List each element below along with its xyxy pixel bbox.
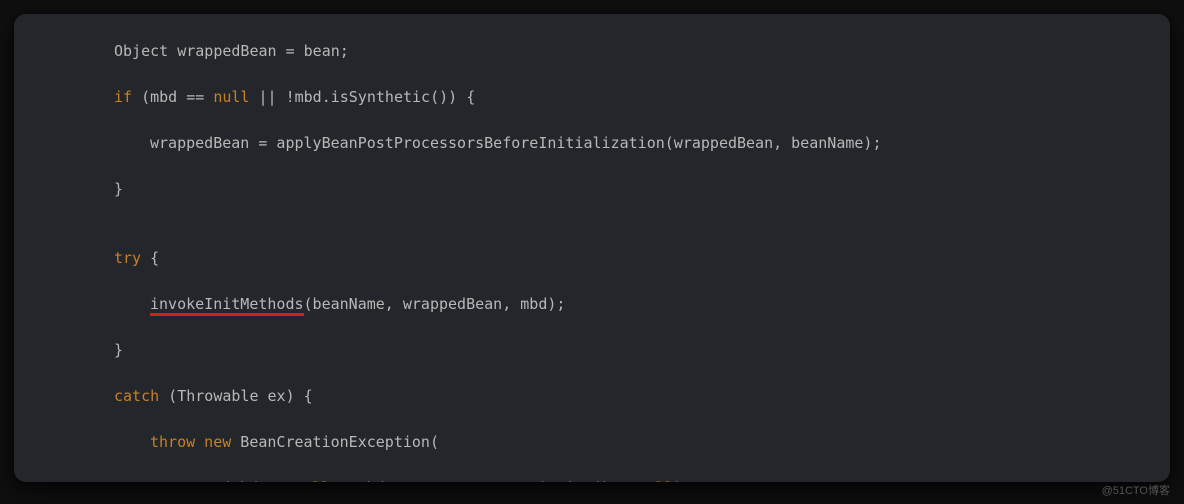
code-line: Object wrappedBean = bean; (54, 40, 1130, 63)
code-line: throw new BeanCreationException( (54, 431, 1130, 454)
code-line: (mbd != null ? mbd.getResourceDescriptio… (54, 477, 1130, 482)
watermark-label: @51CTO博客 (1102, 482, 1170, 498)
code-line: invokeInitMethods(beanName, wrappedBean,… (54, 293, 1130, 316)
code-content: Object wrappedBean = bean; if (mbd == nu… (54, 40, 1130, 482)
code-line: catch (Throwable ex) { (54, 385, 1130, 408)
code-line: try { (54, 247, 1130, 270)
code-line: if (mbd == null || !mbd.isSynthetic()) { (54, 86, 1130, 109)
underlined-invokeInitMethods: invokeInitMethods (150, 298, 304, 316)
code-block: Object wrappedBean = bean; if (mbd == nu… (14, 14, 1170, 482)
code-line: wrappedBean = applyBeanPostProcessorsBef… (54, 132, 1130, 155)
code-line: } (54, 339, 1130, 362)
code-line: } (54, 178, 1130, 201)
